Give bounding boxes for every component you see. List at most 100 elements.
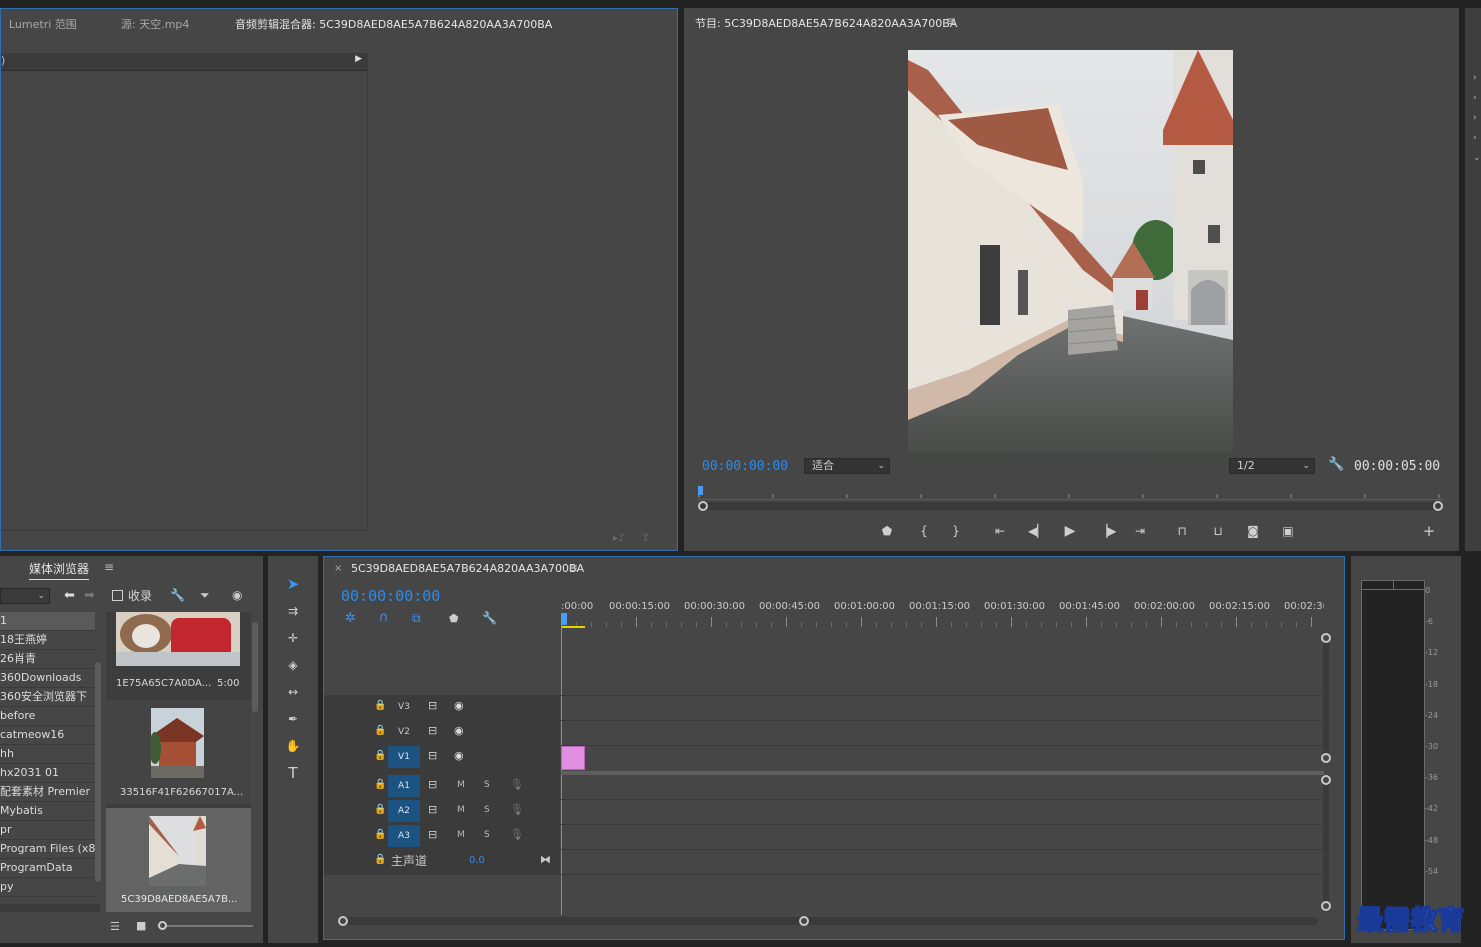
lock-icon[interactable]: 🔒 — [374, 750, 386, 761]
go-to-out-icon[interactable]: ⇥ — [1132, 523, 1148, 539]
visibility-eye-icon[interactable]: ◉ — [454, 724, 464, 737]
insert-icon[interactable]: ▸♪ — [613, 533, 624, 544]
lock-icon[interactable]: 🔒 — [374, 779, 386, 790]
list-item[interactable]: 360安全浏览器下 — [0, 688, 95, 707]
tab-source[interactable]: 源: 天空.mp4 — [121, 16, 189, 32]
list-item[interactable]: 1 — [0, 612, 95, 631]
extract-icon[interactable]: ⊔ — [1210, 523, 1226, 539]
folder-hscroll[interactable] — [0, 904, 100, 912]
lock-icon[interactable]: 🔒 — [374, 725, 386, 736]
add-button-icon[interactable]: + — [1421, 523, 1437, 539]
panel-menu-icon[interactable]: ≡ — [104, 560, 114, 574]
lift-icon[interactable]: ⊓ — [1174, 523, 1190, 539]
timeline-zoom-scrollbar[interactable] — [338, 916, 1318, 926]
step-back-icon[interactable]: ◀▏ — [1028, 523, 1046, 539]
right-edge-chevrons[interactable]: › › › › ⌄ — [1473, 68, 1481, 168]
clip-item[interactable]: 5C39D8AED8AE5A7B... — [106, 808, 251, 912]
timeline-current-time[interactable]: 00:00:00:00 — [341, 587, 440, 605]
timeline-ruler[interactable]: :00:00 00:00:15:00 00:00:30:00 00:00:45:… — [561, 557, 1324, 637]
program-zoom-scrollbar[interactable] — [698, 501, 1443, 511]
panel-menu-icon[interactable]: ≡ — [946, 14, 956, 28]
type-tool-icon[interactable]: T — [285, 765, 301, 781]
scroll-handle-left[interactable] — [698, 501, 708, 511]
list-item[interactable]: catmeow16 — [0, 726, 95, 745]
marker-icon[interactable]: ⬟ — [449, 612, 459, 625]
scroll-handle-right[interactable] — [799, 916, 809, 926]
list-item[interactable]: hh — [0, 745, 95, 764]
sync-lock-icon[interactable]: ⊟ — [428, 749, 437, 762]
icon-view-icon[interactable]: ■ — [136, 919, 146, 932]
tab-lumetri-scopes[interactable]: Lumetri 范围 — [9, 16, 77, 32]
sequence-tab[interactable]: 5C39D8AED8AE5A7B624A820AA3A700BA — [351, 562, 584, 575]
list-item[interactable]: pr — [0, 821, 95, 840]
forward-arrow-icon[interactable]: ➡ — [84, 588, 95, 603]
selection-tool-icon[interactable]: ➤ — [285, 576, 301, 592]
wrench-icon[interactable]: 🔧 — [170, 588, 185, 602]
scroll-handle-bottom[interactable] — [1321, 753, 1331, 763]
tab-media-browser[interactable]: 媒体浏览器 — [29, 560, 90, 580]
step-forward-icon[interactable]: ▕▶ — [1098, 523, 1116, 539]
list-item[interactable]: before — [0, 707, 95, 726]
video-vscroll[interactable] — [1321, 633, 1331, 763]
microphone-icon[interactable]: 🎙 — [510, 828, 524, 841]
export-frame-camera-icon[interactable]: ◙ — [1245, 523, 1261, 539]
scroll-handle-right[interactable] — [1433, 501, 1443, 511]
ripple-edit-tool-icon[interactable]: ✛ — [285, 630, 301, 646]
program-current-time[interactable]: 00:00:00:00 — [702, 459, 788, 474]
clip-item[interactable]: 33516F41F62667017A... — [106, 700, 251, 804]
lock-icon[interactable]: 🔒 — [374, 700, 386, 711]
track-label-a3[interactable]: A3 — [388, 825, 420, 847]
list-item[interactable]: 26肖青 — [0, 650, 95, 669]
track-label-a2[interactable]: A2 — [388, 800, 420, 822]
export-icon[interactable]: ⇪ — [641, 531, 650, 544]
track-label-v2[interactable]: V2 — [388, 721, 420, 743]
fit-dropdown[interactable]: 适合 ⌄ — [804, 458, 890, 474]
scroll-handle-bottom[interactable] — [1321, 901, 1331, 911]
mute-button[interactable]: M — [457, 780, 465, 790]
microphone-icon[interactable]: 🎙 — [510, 803, 524, 816]
hand-tool-icon[interactable]: ✋ — [285, 738, 301, 754]
slip-tool-icon[interactable]: ↔ — [285, 684, 301, 700]
timeline-settings-wrench-icon[interactable]: 🔧 — [482, 611, 497, 625]
play-icon[interactable]: ▶ — [1062, 523, 1078, 539]
lock-icon[interactable]: 🔒 — [374, 854, 386, 865]
list-item[interactable]: hx2031 01 — [0, 764, 95, 783]
razor-tool-icon[interactable]: ◈ — [285, 657, 301, 673]
list-item[interactable]: Program Files (x86 — [0, 840, 95, 859]
lock-icon[interactable]: 🔒 — [374, 804, 386, 815]
location-dropdown[interactable]: ⌄ — [0, 588, 50, 604]
scroll-handle-top[interactable] — [1321, 633, 1331, 643]
track-select-tool-icon[interactable]: ⇉ — [285, 603, 301, 619]
linked-selection-icon[interactable]: ∩ — [379, 610, 389, 625]
track-label-v1[interactable]: V1 — [388, 746, 420, 768]
favorites-checkbox[interactable] — [112, 590, 123, 601]
master-volume-value[interactable]: 0.0 — [469, 855, 485, 866]
program-mini-ruler[interactable] — [698, 486, 1443, 500]
list-item[interactable]: 360Downloads — [0, 669, 95, 688]
sync-lock-icon[interactable]: ⊟ — [428, 778, 437, 791]
sync-lock-icon[interactable]: ⊟ — [428, 803, 437, 816]
visibility-eye-icon[interactable]: ◉ — [454, 699, 464, 712]
tab-audio-clip-mixer[interactable]: 音频剪辑混合器: 5C39D8AED8AE5A7B624A820AA3A700B… — [235, 16, 552, 32]
filter-icon[interactable]: ⏷ — [200, 588, 210, 603]
view-eye-icon[interactable]: ◉ — [232, 588, 242, 602]
sync-lock-icon[interactable]: ⊟ — [428, 699, 437, 712]
sync-lock-icon[interactable]: ⊟ — [428, 724, 437, 737]
list-item[interactable]: ProgramData — [0, 859, 95, 878]
scroll-handle-top[interactable] — [1321, 775, 1331, 785]
mark-out-icon[interactable]: } — [948, 523, 964, 539]
solo-button[interactable]: S — [484, 805, 490, 815]
microphone-icon[interactable]: 🎙 — [510, 778, 524, 791]
close-icon[interactable]: × — [334, 563, 342, 574]
track-label-a1[interactable]: A1 — [388, 775, 420, 797]
solo-button[interactable]: S — [484, 780, 490, 790]
track-label-v3[interactable]: V3 — [388, 696, 420, 718]
mute-button[interactable]: M — [457, 830, 465, 840]
back-arrow-icon[interactable]: ⬅ — [64, 588, 75, 603]
clip-item[interactable]: 1E75A65C7A0DA... 5:00 — [106, 612, 251, 697]
list-view-icon[interactable]: ☰ — [110, 920, 120, 933]
list-item[interactable]: py — [0, 878, 95, 897]
video-clip[interactable] — [561, 746, 585, 770]
clip-grid-scrollbar[interactable] — [252, 622, 258, 712]
slider-handle[interactable] — [158, 921, 167, 930]
